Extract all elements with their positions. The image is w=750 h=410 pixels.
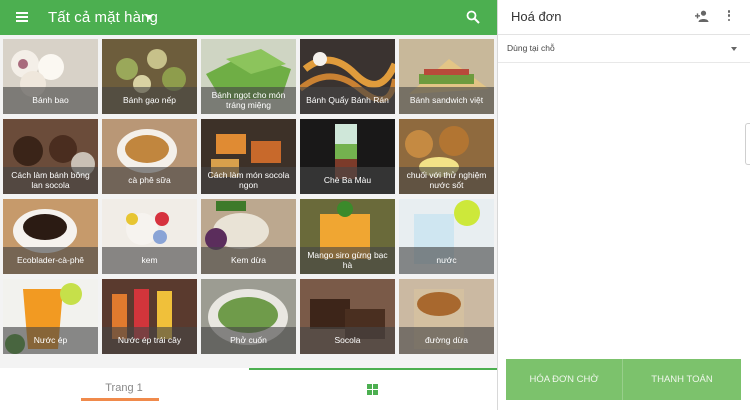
- search-icon[interactable]: [466, 10, 480, 24]
- product-tile[interactable]: Nước ép: [3, 279, 98, 354]
- product-caption: kem: [102, 247, 197, 274]
- invoice-panel: Hoá đơn Dùng tại chỗ HÓA ĐƠN CHỜ THANH T…: [498, 0, 750, 410]
- product-caption: Bánh gạo nếp: [102, 87, 197, 114]
- caret-down-icon[interactable]: [145, 15, 153, 20]
- product-name: Bánh ngọt cho món tráng miệng: [211, 90, 286, 110]
- menu-icon[interactable]: [14, 9, 32, 25]
- product-tile[interactable]: Socola: [300, 279, 395, 354]
- product-caption: Bánh bao: [3, 87, 98, 114]
- product-caption: Mango siro gừng bạc hà: [300, 247, 395, 274]
- product-tile[interactable]: Bánh bao: [3, 39, 98, 114]
- checkout-button[interactable]: THANH TOÁN: [623, 359, 741, 400]
- product-caption: đường dừa: [399, 327, 494, 354]
- product-name: Cách làm bánh bông lan socola: [11, 170, 90, 190]
- top-app-bar: Tất cả mặt hàng: [0, 0, 497, 35]
- product-caption: Ecoblader-cà-phê: [3, 247, 98, 274]
- product-tile[interactable]: Chè Ba Màu: [300, 119, 395, 194]
- product-caption: chuối với thử nghiệm nước sốt: [399, 167, 494, 194]
- more-vertical-icon[interactable]: [727, 10, 731, 22]
- product-name: Phở cuốn: [230, 334, 267, 345]
- product-caption: Nước ép trái cây: [102, 327, 197, 354]
- product-caption: Kem dừa: [201, 247, 296, 274]
- product-name: đường dừa: [425, 334, 468, 345]
- product-tile[interactable]: Bánh ngọt cho món tráng miệng: [201, 39, 296, 114]
- product-caption: Nước ép: [3, 327, 98, 354]
- product-tile[interactable]: Kem dừa: [201, 199, 296, 274]
- product-name: chuối với thử nghiệm nước sốt: [406, 170, 487, 190]
- add-person-icon[interactable]: [695, 10, 709, 22]
- active-page-indicator: [81, 398, 159, 401]
- product-caption: Cách làm bánh bông lan socola: [3, 167, 98, 194]
- product-caption: Bánh sandwich việt: [399, 87, 494, 114]
- product-tile[interactable]: chuối với thử nghiệm nước sốt: [399, 119, 494, 194]
- product-name: Nước ép trái cây: [117, 334, 182, 345]
- product-name: Bánh gạo nếp: [123, 94, 176, 105]
- product-caption: cà phê sữa: [102, 167, 197, 194]
- product-caption: Phở cuốn: [201, 327, 296, 354]
- product-tile[interactable]: Bánh sandwich việt: [399, 39, 494, 114]
- product-panel: Tất cả mặt hàng Bánh bao Bánh gạo nếp Bánh…: [0, 0, 497, 410]
- product-tile[interactable]: Bánh gạo nếp: [102, 39, 197, 114]
- page-label: Trang 1: [105, 382, 143, 394]
- product-caption: Bánh Quẩy Bánh Rán: [300, 87, 395, 114]
- product-tile[interactable]: Ecoblader-cà-phê: [3, 199, 98, 274]
- product-tile[interactable]: Nước ép trái cây: [102, 279, 197, 354]
- product-name: Cách làm món socola ngon: [207, 170, 290, 190]
- divider: [498, 62, 750, 63]
- product-name: Chè Ba Màu: [323, 174, 372, 185]
- invoice-actions: HÓA ĐƠN CHỜ THANH TOÁN: [506, 359, 741, 400]
- tab-page-1[interactable]: Trang 1: [0, 368, 248, 410]
- product-name: Bánh bao: [32, 94, 69, 105]
- grid-view-icon: [367, 384, 378, 395]
- product-tile[interactable]: kem: [102, 199, 197, 274]
- product-tile[interactable]: Cách làm món socola ngon: [201, 119, 296, 194]
- dining-option-select[interactable]: Dùng tại chỗ: [498, 35, 750, 62]
- product-name: Bánh sandwich việt: [409, 94, 484, 105]
- product-name: cà phê sữa: [128, 174, 171, 185]
- product-name: nước: [436, 254, 457, 265]
- category-selector[interactable]: Tất cả mặt hàng: [48, 9, 158, 26]
- product-caption: Cách làm món socola ngon: [201, 167, 296, 194]
- product-tile[interactable]: Cách làm bánh bông lan socola: [3, 119, 98, 194]
- product-caption: nước: [399, 247, 494, 274]
- chevron-down-icon: [731, 47, 737, 51]
- product-name: Socola: [334, 334, 361, 345]
- tab-grid-view[interactable]: [249, 368, 497, 410]
- product-grid: Bánh bao Bánh gạo nếp Bánh ngọt cho món tr…: [3, 39, 495, 357]
- bottom-navigation: Trang 1: [0, 368, 497, 410]
- product-tile[interactable]: Bánh Quẩy Bánh Rán: [300, 39, 395, 114]
- product-tile[interactable]: Phở cuốn: [201, 279, 296, 354]
- product-name: Bánh Quẩy Bánh Rán: [306, 94, 389, 105]
- product-tile[interactable]: cà phê sữa: [102, 119, 197, 194]
- product-tile[interactable]: nước: [399, 199, 494, 274]
- drawer-handle[interactable]: [745, 123, 750, 165]
- product-caption: Chè Ba Màu: [300, 167, 395, 194]
- product-name: Ecoblader-cà-phê: [16, 254, 85, 265]
- hold-invoice-button[interactable]: HÓA ĐƠN CHỜ: [506, 359, 622, 400]
- product-caption: Socola: [300, 327, 395, 354]
- product-name: Kem dừa: [231, 254, 266, 265]
- product-name: Mango siro gừng bạc hà: [307, 250, 388, 270]
- product-name: Nước ép: [33, 334, 68, 345]
- product-tile[interactable]: Mango siro gừng bạc hà: [300, 199, 395, 274]
- dining-option-value: Dùng tại chỗ: [507, 43, 555, 53]
- product-tile[interactable]: đường dừa: [399, 279, 494, 354]
- product-caption: Bánh ngọt cho món tráng miệng: [201, 87, 296, 114]
- product-name: kem: [141, 254, 158, 265]
- invoice-title: Hoá đơn: [511, 9, 562, 24]
